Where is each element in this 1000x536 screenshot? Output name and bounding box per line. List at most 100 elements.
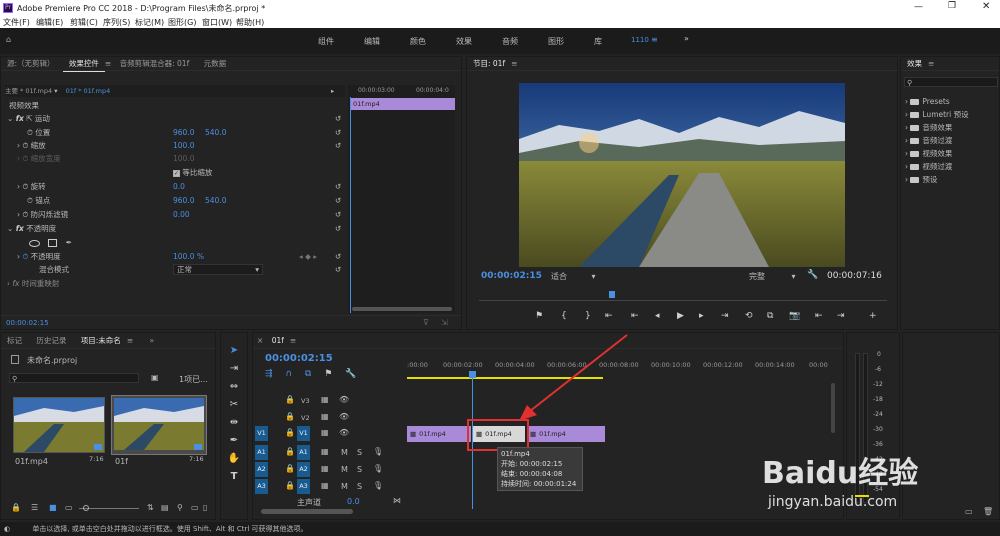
mini-clip[interactable]: 01f.mp4 [351, 98, 455, 110]
reset-icon[interactable]: ↺ [335, 194, 341, 207]
wrench-icon[interactable]: 🔧 [345, 369, 356, 379]
expand-arrow-icon[interactable]: › [17, 141, 20, 150]
go-to-end-icon[interactable]: ⋈ [393, 496, 401, 505]
effects-search-input[interactable]: ⚲ [904, 77, 998, 87]
menu-window[interactable]: 窗口(W) [202, 17, 232, 28]
loop-icon[interactable]: ⟲ [745, 311, 753, 321]
add-marker-icon[interactable]: ⚑ [535, 311, 543, 321]
mic-icon[interactable]: 🎙 [373, 464, 383, 473]
new-bin-icon[interactable]: ▭ [965, 507, 973, 516]
menu-sequence[interactable]: 序列(S) [103, 17, 130, 28]
reset-icon[interactable]: ↺ [335, 180, 341, 193]
eye-icon[interactable]: 👁 [339, 412, 349, 421]
sync-lock-icon[interactable]: ▦ [321, 412, 329, 421]
workspace-effects[interactable]: 效果 [456, 36, 472, 47]
opacity-value[interactable]: 100.0 % [173, 250, 204, 263]
tab-history[interactable]: 历史记录 [30, 333, 72, 349]
expand-arrow-icon[interactable]: ⌄ [7, 224, 13, 233]
source-patch-a3[interactable]: A3 [255, 479, 268, 494]
stopwatch-icon[interactable]: ⏱ [22, 252, 28, 261]
mic-icon[interactable]: 🎙 [373, 481, 383, 490]
pen-tool-icon[interactable]: ✒ [226, 433, 242, 449]
timeline-vertical-scrollbar[interactable] [831, 383, 835, 433]
expand-arrow-icon[interactable]: ⌄ [7, 114, 13, 123]
stopwatch-icon[interactable]: ⏱ [22, 210, 28, 219]
fx-icon[interactable]: fx [16, 224, 24, 233]
sync-lock-icon[interactable]: ▦ [321, 395, 329, 404]
reset-icon[interactable]: ↺ [335, 263, 341, 276]
effects-item-presets[interactable]: › Presets [905, 95, 950, 108]
workspace-assembly[interactable]: 组件 [318, 36, 334, 47]
find-icon[interactable]: ⚲ [177, 503, 183, 512]
quality-select[interactable]: 完整 ▾ [749, 271, 799, 282]
mark-in-icon[interactable]: { [561, 311, 567, 321]
blend-mode-select[interactable]: 正常 ▾ [173, 264, 263, 275]
timeline-timecode[interactable]: 00:00:02:15 [265, 353, 333, 364]
track-target-a2[interactable]: A2 [297, 462, 310, 477]
mute-icon[interactable]: M [341, 465, 348, 474]
rectangle-mask-icon[interactable] [48, 239, 58, 247]
sync-lock-icon[interactable]: ▦ [321, 447, 329, 456]
extract-icon[interactable]: ⇥ [837, 311, 845, 321]
track-target-v1[interactable]: V1 [297, 426, 310, 441]
filter-icon[interactable]: ⊽ [423, 318, 429, 327]
mute-icon[interactable]: M [341, 448, 348, 457]
home-icon[interactable]: ⌂ [6, 35, 11, 44]
chevron-down-icon[interactable]: ▾ [54, 87, 57, 95]
lock-icon[interactable]: 🔒 [11, 503, 21, 512]
maximize-icon[interactable]: ❐ [948, 1, 956, 11]
project-search-input[interactable]: ⚲ [9, 373, 139, 383]
timeline-horizontal-scrollbar[interactable] [261, 509, 353, 514]
go-to-out-icon[interactable]: ⇥ [721, 311, 729, 321]
project-item-thumbnail[interactable] [111, 395, 207, 455]
reset-icon[interactable]: ↺ [335, 250, 341, 263]
master-clip-tab[interactable]: 主要 * 01f.mp4 [5, 87, 52, 95]
opacity-section-row[interactable]: ⌄ fx 不透明度 ↺ [7, 222, 347, 235]
source-patch-v1[interactable]: V1 [255, 426, 268, 441]
timeline-clip[interactable]: ▩ 01f.mp4 [407, 426, 471, 442]
effects-item-lumetri[interactable]: › Lumetri 预设 [905, 108, 969, 121]
effects-item-video-transitions[interactable]: › 视频过渡 [905, 160, 952, 173]
minimize-icon[interactable]: — [914, 2, 923, 12]
hand-tool-icon[interactable]: ✋ [226, 451, 242, 467]
track-target-a3[interactable]: A3 [297, 479, 310, 494]
sequence-clip-tab[interactable]: 01f * 01f.mp4 [66, 87, 111, 95]
export-frame-icon[interactable]: 📷 [789, 311, 800, 321]
effects-item-audio-transitions[interactable]: › 音频过渡 [905, 134, 952, 147]
workspace-audio[interactable]: 音频 [502, 36, 518, 47]
selection-tool-icon[interactable]: ➤ [226, 343, 242, 359]
timeline-sequence-tab[interactable]: 01f [266, 333, 290, 349]
panel-menu-icon[interactable]: ≡ [105, 59, 111, 68]
tab-audio-mixer[interactable]: 音频剪辑混合器: 01f [114, 57, 196, 71]
sync-lock-icon[interactable]: ▦ [321, 481, 329, 490]
reset-icon[interactable]: ↺ [335, 208, 341, 221]
eye-icon[interactable]: 👁 [339, 395, 349, 404]
type-tool-icon[interactable]: T [226, 469, 242, 485]
stopwatch-icon[interactable]: ⏱ [22, 182, 28, 191]
timeline-clip[interactable]: ▩ 01f.mp4 [527, 426, 605, 442]
lift-icon[interactable]: ⇤ [815, 311, 823, 321]
sync-lock-icon[interactable]: ▦ [321, 428, 329, 437]
menu-edit[interactable]: 编辑(E) [36, 17, 63, 28]
uniform-scale-checkbox[interactable]: ✓ [173, 170, 180, 177]
sync-lock-icon[interactable]: ▦ [321, 464, 329, 473]
program-timecode[interactable]: 00:00:02:15 [481, 271, 542, 281]
motion-row[interactable]: ⌄ fx ⇱ 运动 ↺ [7, 112, 347, 125]
menu-clip[interactable]: 剪辑(C) [70, 17, 98, 28]
stopwatch-icon[interactable]: ⏱ [27, 196, 33, 205]
keyframe-nav-icon[interactable]: ◂ ◆ ▸ [299, 250, 317, 263]
icon-view-icon[interactable]: ■ [49, 503, 57, 512]
insert-sequence-icon[interactable]: ⇶ [265, 369, 273, 379]
step-back-icon[interactable]: ◂ [655, 311, 660, 321]
effects-item-video-effects[interactable]: › 视频效果 [905, 147, 952, 160]
flicker-value[interactable]: 0.00 [173, 208, 190, 221]
position-y[interactable]: 540.0 [205, 126, 226, 139]
workspace-color[interactable]: 颜色 [410, 36, 426, 47]
tab-project[interactable]: 项目:未命名 [75, 333, 127, 349]
lock-track-icon[interactable]: 🔒 [285, 412, 295, 421]
tab-metadata[interactable]: 元数据 [198, 57, 233, 71]
workspace-graphics[interactable]: 图形 [548, 36, 564, 47]
slip-tool-icon[interactable]: ⇹ [226, 415, 242, 431]
panel-menu-icon[interactable]: ≡ [511, 59, 517, 68]
automate-icon[interactable]: ▤ [161, 503, 169, 512]
